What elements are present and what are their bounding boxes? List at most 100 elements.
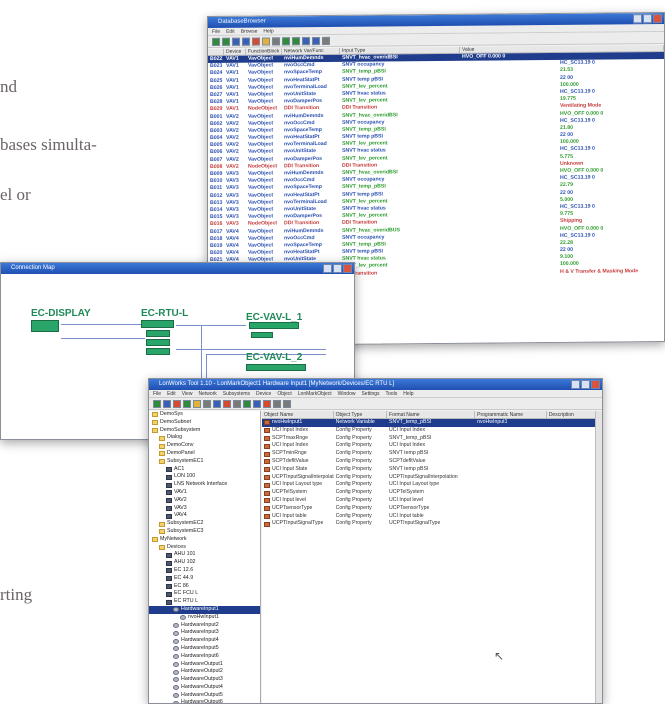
- tree-item[interactable]: EC 44.9: [149, 575, 260, 583]
- menu-item[interactable]: Device: [256, 390, 271, 397]
- toolbar-icon[interactable]: [253, 399, 261, 408]
- toolbar-icon[interactable]: [223, 399, 231, 408]
- device-block[interactable]: [146, 330, 170, 337]
- tree-item[interactable]: SubsystemEC2: [149, 520, 260, 528]
- tree-item[interactable]: Dialog: [149, 434, 260, 442]
- maximize-button[interactable]: [333, 264, 342, 273]
- maximize-button[interactable]: [581, 380, 590, 389]
- toolbar-icon[interactable]: [302, 36, 310, 45]
- toolbar-icon[interactable]: [222, 37, 230, 46]
- device-block[interactable]: [249, 322, 299, 329]
- menu-item[interactable]: File: [212, 28, 220, 35]
- tree-item[interactable]: HardwareOutput3: [149, 676, 260, 684]
- tree-item[interactable]: HardwareOutput1: [149, 661, 260, 669]
- table-row[interactable]: UCPTInputSignalInterpolationConfig Prope…: [262, 474, 602, 482]
- tree-item[interactable]: VAV4: [149, 512, 260, 520]
- toolbar-icon[interactable]: [213, 399, 221, 408]
- toolbar-icon[interactable]: [183, 399, 191, 408]
- menu-item[interactable]: Help: [403, 390, 413, 397]
- menu-item[interactable]: Help: [263, 27, 273, 34]
- toolbar-icon[interactable]: [283, 399, 291, 408]
- tree-item[interactable]: DemoSubnet: [149, 419, 260, 427]
- menu-item[interactable]: View: [182, 390, 193, 397]
- maximize-button[interactable]: [643, 14, 652, 24]
- tree-item[interactable]: HardwareInput3: [149, 629, 260, 637]
- close-button[interactable]: [343, 264, 352, 273]
- tree-item[interactable]: VAV1: [149, 489, 260, 497]
- device-block[interactable]: [246, 364, 306, 371]
- tree-item[interactable]: AHU 102: [149, 559, 260, 567]
- toolbar-icon[interactable]: [163, 399, 171, 408]
- toolbar-icon[interactable]: [272, 36, 280, 45]
- table-row[interactable]: UCI Input table Config Property UCI Input …: [262, 513, 602, 521]
- tree-item[interactable]: EC RTU L: [149, 598, 260, 606]
- toolbar-icon[interactable]: [233, 399, 241, 408]
- toolbar-icon[interactable]: [282, 36, 290, 45]
- toolbar-icon[interactable]: [322, 36, 330, 45]
- menu-item[interactable]: Edit: [226, 28, 235, 35]
- tree-item[interactable]: EC 12.6: [149, 567, 260, 575]
- title-bar[interactable]: Connection Map: [1, 263, 354, 274]
- column-header[interactable]: FunctionBlock: [246, 48, 282, 55]
- tree-item[interactable]: EC FCU L: [149, 590, 260, 598]
- menu-item[interactable]: File: [153, 390, 161, 397]
- table-row[interactable]: UCI Input Index Config Property UCI Input …: [262, 442, 602, 450]
- toolbar-icon[interactable]: [173, 399, 181, 408]
- toolbar-icon[interactable]: [292, 36, 300, 45]
- tree-item[interactable]: DemoPanel: [149, 450, 260, 458]
- toolbar-icon[interactable]: [232, 37, 240, 46]
- toolbar-icon[interactable]: [252, 37, 260, 46]
- tree-item[interactable]: DemoSys: [149, 411, 260, 419]
- toolbar-icon[interactable]: [263, 399, 271, 408]
- tree-item[interactable]: LNS Network Interface: [149, 481, 260, 489]
- table-row[interactable]: UCI Input State Config Property SNVT temp …: [262, 466, 602, 474]
- minimize-button[interactable]: [633, 14, 642, 24]
- menu-item[interactable]: Network: [198, 390, 216, 397]
- tree-item[interactable]: HardwareOutput4: [149, 684, 260, 692]
- toolbar-icon[interactable]: [242, 37, 250, 46]
- column-header[interactable]: Format Name: [387, 411, 476, 418]
- tree-item[interactable]: VAV2: [149, 497, 260, 505]
- title-bar[interactable]: LonWorks Tool 1.10 - LonMarkObject1 Hard…: [149, 379, 602, 390]
- toolbar-icon[interactable]: [193, 399, 201, 408]
- menu-item[interactable]: Settings: [361, 390, 379, 397]
- device-block[interactable]: [146, 339, 170, 346]
- column-header[interactable]: Object Type: [334, 411, 388, 418]
- tree-item[interactable]: HardwareOutput5: [149, 692, 260, 700]
- tree-item[interactable]: HardwareOutput6: [149, 699, 260, 703]
- menu-item[interactable]: Edit: [167, 390, 176, 397]
- close-button[interactable]: [653, 14, 662, 24]
- menu-item[interactable]: Tools: [386, 390, 398, 397]
- device-block[interactable]: [141, 320, 174, 328]
- tree-item[interactable]: DemoSubsystem: [149, 427, 260, 435]
- close-button[interactable]: [591, 380, 600, 389]
- tree-item[interactable]: EC 86: [149, 583, 260, 591]
- tree-item[interactable]: HardwareInput5: [149, 645, 260, 653]
- menu-item[interactable]: Window: [338, 390, 356, 397]
- tree-item[interactable]: VAV3: [149, 505, 260, 513]
- toolbar-icon[interactable]: [243, 399, 251, 408]
- column-header[interactable]: Network Var/Func: [282, 47, 340, 55]
- menu-item[interactable]: Subsystems: [223, 390, 250, 397]
- table-row[interactable]: UCI Input level Config Property UCI Input …: [262, 497, 602, 505]
- menu-item[interactable]: Browse: [241, 28, 258, 35]
- tree-item[interactable]: DemoConv: [149, 442, 260, 450]
- table-row[interactable]: UCPTInputSignalType Config Property UCPTIn…: [262, 520, 602, 528]
- toolbar-icon[interactable]: [203, 399, 211, 408]
- toolbar-icon[interactable]: [312, 36, 320, 45]
- minimize-button[interactable]: [323, 264, 332, 273]
- table-row[interactable]: UCPTsensorType Config Property UCPTsensorT…: [262, 505, 602, 513]
- tree-item[interactable]: HardwareInput6: [149, 653, 260, 661]
- device-block[interactable]: [31, 320, 59, 332]
- tree-item[interactable]: SubsystemEC3: [149, 528, 260, 536]
- device-block[interactable]: [251, 332, 273, 338]
- table-row[interactable]: SCPTdefltValue Config Property SCPTdefltVa…: [262, 458, 602, 466]
- column-header[interactable]: Object Name: [262, 411, 334, 418]
- table-row[interactable]: UCI Input Index Config Property UCI Input …: [262, 427, 602, 435]
- tree-item[interactable]: LON 100: [149, 473, 260, 481]
- tree-item[interactable]: Devices: [149, 544, 260, 552]
- toolbar-icon[interactable]: [262, 36, 270, 46]
- tree-item[interactable]: AC1: [149, 466, 260, 474]
- toolbar-icon[interactable]: [273, 399, 281, 408]
- tree-item[interactable]: HardwareInput1: [149, 605, 260, 614]
